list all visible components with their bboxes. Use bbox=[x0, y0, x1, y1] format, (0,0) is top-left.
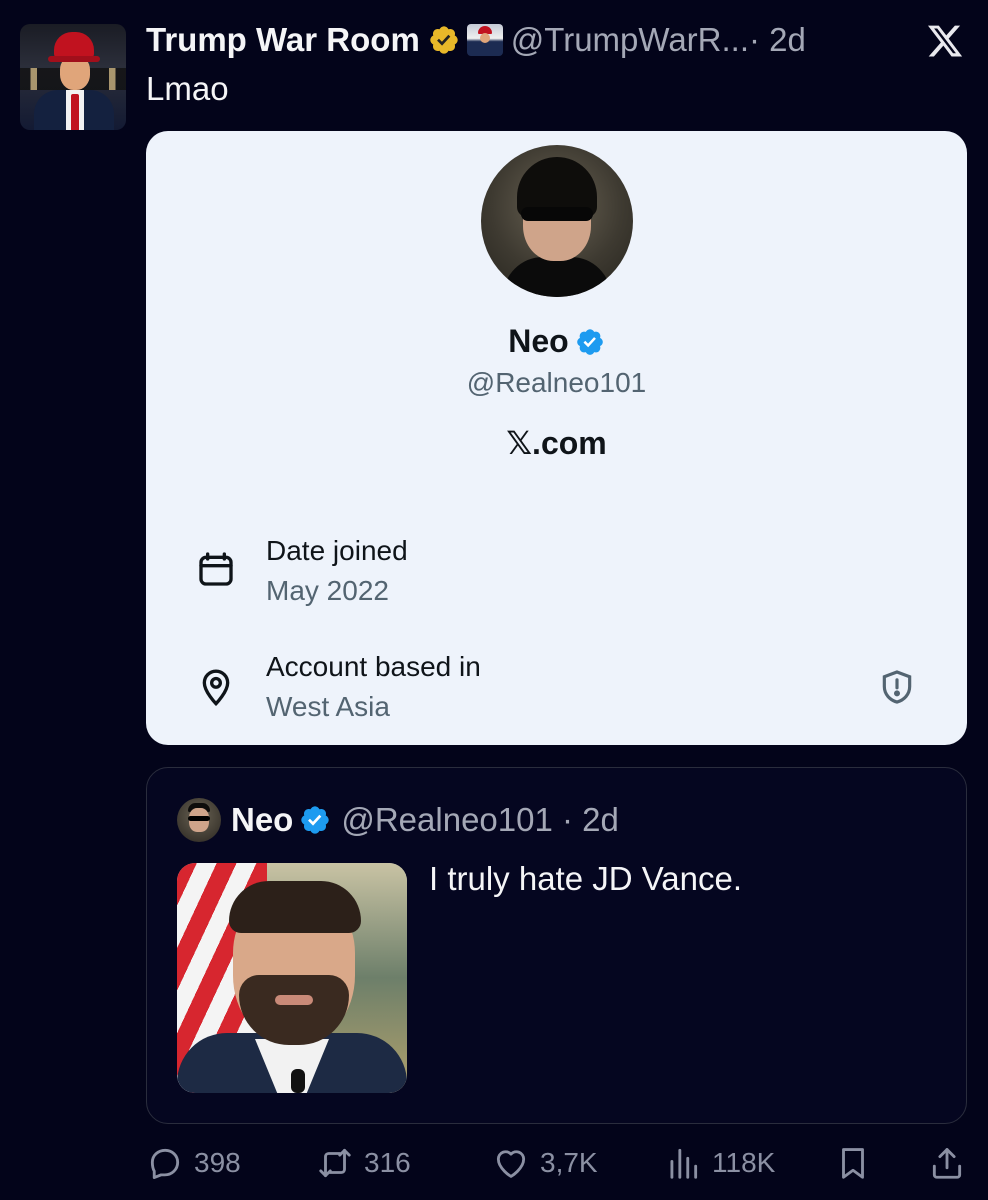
blue-verified-icon bbox=[576, 328, 603, 355]
views-button[interactable]: 118K bbox=[664, 1144, 775, 1182]
profile-handle: @Realneo101 bbox=[466, 367, 647, 398]
profile-avatar[interactable] bbox=[481, 145, 633, 297]
views-count: 118K bbox=[712, 1147, 776, 1178]
profile-site-label: 𝕏.com bbox=[506, 425, 607, 461]
share-icon bbox=[932, 1148, 962, 1179]
quote-media-image[interactable] bbox=[177, 863, 407, 1093]
gold-verified-icon bbox=[430, 26, 458, 54]
quote-handle-time: @Realneo101 · 2d bbox=[341, 801, 619, 838]
like-button[interactable]: 3,7K bbox=[492, 1144, 598, 1182]
blue-verified-icon bbox=[301, 806, 330, 834]
shield-alert-icon[interactable] bbox=[878, 667, 916, 707]
bookmark-icon bbox=[842, 1148, 864, 1179]
views-icon bbox=[670, 1148, 698, 1179]
repost-icon bbox=[319, 1148, 351, 1178]
quote-header: Neo @Realneo101 · 2d bbox=[231, 801, 619, 839]
tweet-header: Trump War Room @TrumpWarR...· 2d bbox=[146, 20, 806, 60]
poster-display-name[interactable]: Trump War Room bbox=[146, 21, 420, 59]
quote-text: I truly hate JD Vance. bbox=[429, 860, 743, 897]
share-button[interactable] bbox=[928, 1144, 966, 1182]
quoted-tweet[interactable]: Neo @Realneo101 · 2d I truly hate JD Van… bbox=[146, 767, 967, 1124]
profile-name-row: Neo bbox=[146, 323, 967, 360]
poster-avatar[interactable] bbox=[20, 24, 126, 130]
reply-icon bbox=[150, 1148, 180, 1179]
quote-author-name[interactable]: Neo bbox=[231, 801, 293, 839]
action-bar: 398 316 3,7K 118K bbox=[0, 1140, 988, 1190]
tweet: Trump War Room @TrumpWarR...· 2d Lmao Ne… bbox=[0, 0, 988, 1200]
like-count: 3,7K bbox=[540, 1147, 598, 1178]
reply-button[interactable]: 398 bbox=[146, 1144, 241, 1182]
account-based-label: Account based in bbox=[266, 651, 481, 682]
location-pin-icon bbox=[202, 669, 230, 707]
poster-handle-time: @TrumpWarR...· 2d bbox=[510, 21, 806, 58]
repost-button[interactable]: 316 bbox=[316, 1144, 411, 1182]
account-based-value: West Asia bbox=[266, 691, 390, 722]
reply-count: 398 bbox=[194, 1147, 241, 1178]
date-joined-value: May 2022 bbox=[266, 575, 389, 606]
bookmark-button[interactable] bbox=[834, 1144, 872, 1182]
post-text: Lmao bbox=[146, 70, 229, 107]
x-logo-icon[interactable] bbox=[926, 22, 964, 60]
like-icon bbox=[496, 1150, 526, 1178]
quote-avatar[interactable] bbox=[177, 798, 221, 842]
profile-name[interactable]: Neo bbox=[508, 323, 568, 360]
repost-count: 316 bbox=[364, 1147, 411, 1178]
date-joined-label: Date joined bbox=[266, 535, 408, 566]
affiliate-avatar-badge bbox=[466, 24, 503, 56]
calendar-icon bbox=[199, 552, 233, 586]
profile-card[interactable]: Neo @Realneo101 𝕏.com Date joined May 20… bbox=[146, 131, 967, 745]
